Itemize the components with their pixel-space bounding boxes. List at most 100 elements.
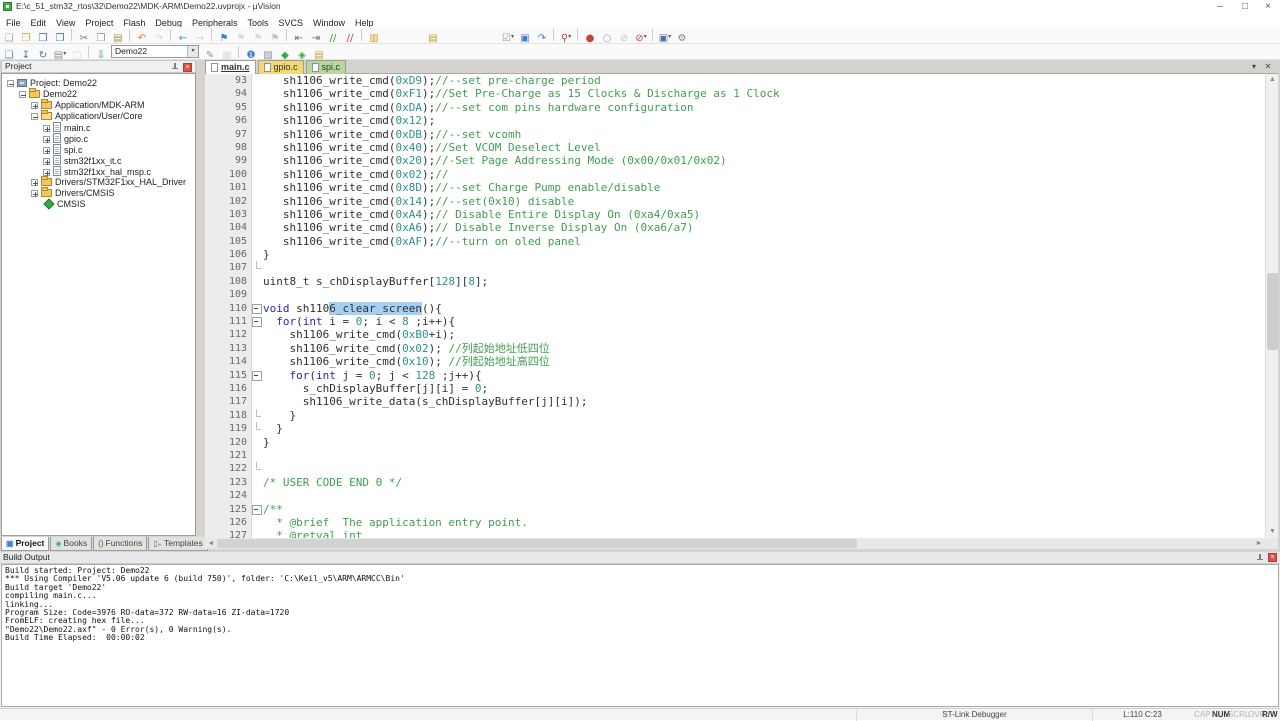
save-icon[interactable]: ❒ xyxy=(35,28,51,44)
find-in-files-icon[interactable]: ▥ xyxy=(366,28,382,44)
pack-installer-icon[interactable]: ◈ xyxy=(294,45,310,61)
paste-icon[interactable]: ▤ xyxy=(110,28,126,44)
batch-build-icon[interactable]: ▤▾ xyxy=(52,45,68,61)
fold-collapse-icon[interactable] xyxy=(252,503,262,516)
code-segment: ); xyxy=(421,87,436,101)
navigate-back-icon[interactable]: ← xyxy=(175,28,191,44)
disable-breakpoint-icon[interactable]: ⊘ xyxy=(616,28,632,44)
uncomment-icon[interactable]: // xyxy=(342,28,358,44)
tree-item-main-c[interactable]: main.c xyxy=(2,122,195,133)
horizontal-scroll-thumb[interactable] xyxy=(217,539,857,548)
save-all-icon[interactable]: ❒ xyxy=(52,28,68,44)
panel-close-icon[interactable]: × xyxy=(1268,553,1277,562)
cut-icon[interactable]: ✂ xyxy=(76,28,92,44)
bookmark-toggle-icon[interactable]: ⚑ xyxy=(216,28,232,44)
expand-icon[interactable] xyxy=(43,136,50,143)
editor-tab-gpio-c[interactable]: gpio.c xyxy=(257,60,304,74)
unindent-icon[interactable]: ⇤ xyxy=(291,28,307,44)
enable-breakpoint-icon[interactable]: ○ xyxy=(599,28,615,44)
fold-collapse-icon[interactable] xyxy=(252,369,262,382)
debug-settings-icon[interactable]: ☑▾ xyxy=(500,28,516,44)
minimize-icon[interactable]: – xyxy=(1210,0,1230,13)
bookmark-next-icon[interactable]: ⚑ xyxy=(250,28,266,44)
expand-icon[interactable] xyxy=(31,179,38,186)
expand-icon[interactable] xyxy=(43,125,50,132)
file-extensions-icon[interactable]: ▦ xyxy=(219,45,235,61)
tree-item-drivers-cmsis[interactable]: Drivers/CMSIS xyxy=(2,187,195,199)
system-viewer-icon[interactable]: ▣ xyxy=(517,28,533,44)
tree-item-drivers-stm32f1xx-hal-driver[interactable]: Drivers/STM32F1xx_HAL_Driver xyxy=(2,176,195,188)
fold-collapse-icon[interactable] xyxy=(252,302,262,315)
stop-build-icon[interactable]: ▢ xyxy=(69,45,85,61)
panel-tab-functions[interactable]: () Functions xyxy=(93,537,148,551)
flash-download-icon[interactable]: ⇩ xyxy=(93,45,109,61)
scroll-up-icon[interactable]: ▲ xyxy=(1266,74,1279,86)
collapse-icon[interactable] xyxy=(19,91,26,98)
expand-icon[interactable] xyxy=(43,169,50,176)
close-icon[interactable]: × xyxy=(1258,0,1278,13)
horizontal-scrollbar[interactable]: ◄ ► xyxy=(205,538,1265,549)
window-layout-icon[interactable]: ▣▾ xyxy=(657,28,673,44)
editor-tab-main-c[interactable]: main.c xyxy=(205,60,256,74)
code-editor[interactable]: 93 sh1106_write_cmd(0xD9);//--set pre-ch… xyxy=(205,74,1265,538)
navigate-forward-icon[interactable]: → xyxy=(192,28,208,44)
scroll-down-icon[interactable]: ▼ xyxy=(1266,526,1279,538)
insert-breakpoint-icon[interactable]: ● xyxy=(582,28,598,44)
vertical-scrollbar[interactable]: ▲ ▼ xyxy=(1265,74,1278,538)
undo-icon[interactable]: ↶ xyxy=(134,28,150,44)
tree-item-stm32f1xx-it-c[interactable]: stm32f1xx_it.c xyxy=(2,155,195,166)
bookmark-prev-icon[interactable]: ⚑ xyxy=(233,28,249,44)
expand-icon[interactable] xyxy=(31,102,38,109)
document-list-dropdown-icon[interactable]: ▾ xyxy=(1248,61,1260,73)
options-for-target-icon[interactable]: ✎ xyxy=(202,45,218,61)
close-document-icon[interactable]: ✕ xyxy=(1262,61,1274,73)
rebuild-all-icon[interactable]: ↻ xyxy=(35,45,51,61)
panel-tab-project[interactable]: ▣ Project xyxy=(1,537,50,551)
tree-item-cmsis[interactable]: CMSIS xyxy=(2,198,195,210)
start-stop-debug-icon[interactable]: ⚲▾ xyxy=(558,28,574,44)
pin-icon[interactable] xyxy=(1256,554,1264,562)
select-software-packs-icon[interactable]: ▧ xyxy=(260,45,276,61)
panel-tab-books[interactable]: ◈ Books xyxy=(50,537,93,551)
scroll-left-icon[interactable]: ◄ xyxy=(205,538,217,549)
pin-icon[interactable] xyxy=(171,63,179,71)
chevron-down-icon[interactable]: ▾ xyxy=(187,46,198,57)
collapse-icon[interactable] xyxy=(7,80,14,87)
panel-tab-templates[interactable]: ▯₊ Templates xyxy=(148,537,208,551)
expand-icon[interactable] xyxy=(43,158,50,165)
comment-icon[interactable]: // xyxy=(325,28,341,44)
target-select-combo[interactable]: Demo22 ▾ xyxy=(111,45,199,58)
tree-item-stm32f1xx-hal-msp-c[interactable]: stm32f1xx_hal_msp.c xyxy=(2,166,195,177)
tree-item-spi-c[interactable]: spi.c xyxy=(2,144,195,155)
indent-icon[interactable]: ⇥ xyxy=(308,28,324,44)
new-file-icon[interactable]: ❏ xyxy=(1,28,17,44)
fold-collapse-icon[interactable] xyxy=(252,315,262,328)
collapse-icon[interactable] xyxy=(31,113,38,120)
redo-icon[interactable]: ↷ xyxy=(151,28,167,44)
tree-item-application-user-core[interactable]: Application/User/Core xyxy=(2,110,195,122)
bookmark-clear-all-icon[interactable]: ⚑ xyxy=(267,28,283,44)
panel-close-icon[interactable]: × xyxy=(183,63,192,72)
tree-item-gpio-c[interactable]: gpio.c xyxy=(2,133,195,144)
build-icon[interactable]: ↧ xyxy=(18,45,34,61)
vertical-scroll-thumb[interactable] xyxy=(1267,273,1278,350)
scroll-right-icon[interactable]: ► xyxy=(1253,538,1265,549)
tree-item-demo22[interactable]: Demo22 xyxy=(2,88,195,100)
open-file-icon[interactable]: ❐ xyxy=(18,28,34,44)
editor-tab-label: spi.c xyxy=(321,62,341,72)
debug-restore-views-icon[interactable]: ↷ xyxy=(534,28,550,44)
editor-tab-spi-c[interactable]: spi.c xyxy=(305,60,347,74)
translate-file-icon[interactable]: ❏ xyxy=(1,45,17,61)
expand-icon[interactable] xyxy=(31,190,38,197)
expand-icon[interactable] xyxy=(43,147,50,154)
books-window-icon[interactable]: ▤ xyxy=(311,45,327,61)
manage-project-items-icon[interactable]: ❶ xyxy=(243,45,259,61)
maximize-icon[interactable]: □ xyxy=(1235,0,1255,13)
books-icon[interactable]: ▤ xyxy=(425,28,441,44)
tree-item-application-mdk-arm[interactable]: Application/MDK-ARM xyxy=(2,99,195,111)
build-output-log[interactable]: Build started: Project: Demo22 *** Using … xyxy=(1,564,1279,707)
configure-icon[interactable]: ⚙ xyxy=(674,28,690,44)
manage-rte-icon[interactable]: ◆ xyxy=(277,45,293,61)
copy-icon[interactable]: ❐ xyxy=(93,28,109,44)
kill-all-breakpoints-icon[interactable]: ⊘▾ xyxy=(633,28,649,44)
